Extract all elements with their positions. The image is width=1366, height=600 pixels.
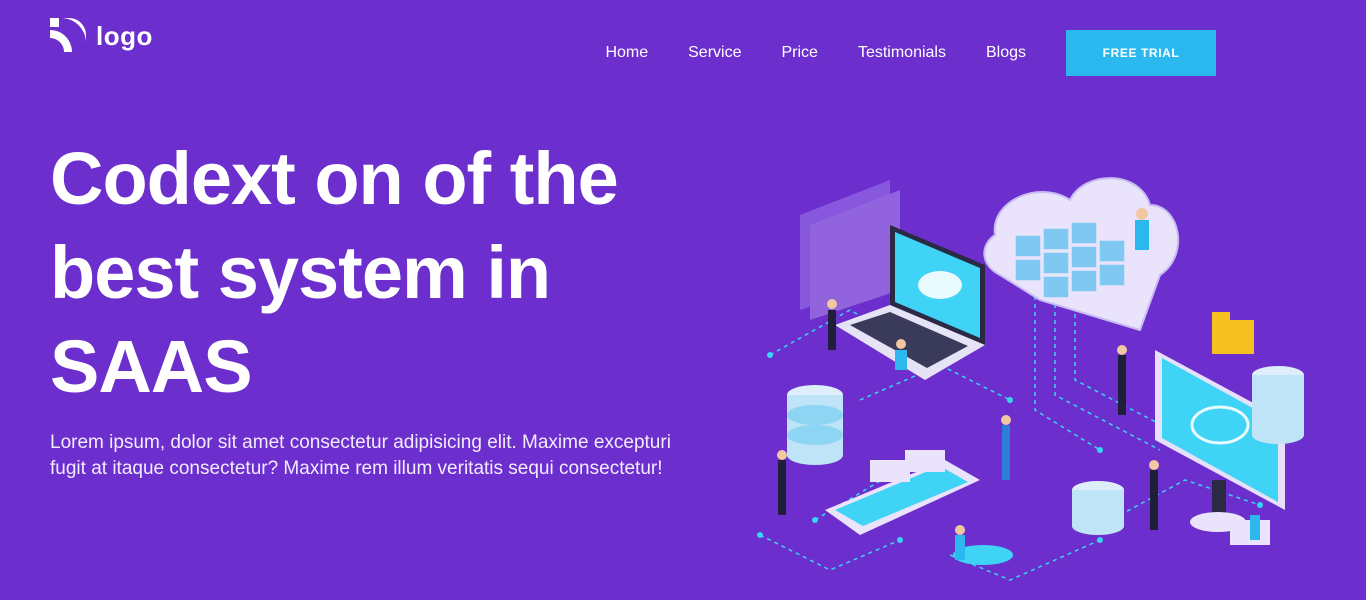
nav-price[interactable]: Price: [781, 30, 817, 76]
nav-blogs[interactable]: Blogs: [986, 30, 1026, 76]
cloud-servers: [983, 177, 1179, 332]
logo-icon: [50, 18, 86, 52]
nav-testimonials[interactable]: Testimonials: [858, 30, 946, 76]
saas-isometric-illustration: [757, 177, 1304, 581]
nav-home[interactable]: Home: [605, 30, 648, 76]
phone-platform: [825, 460, 1013, 565]
site-logo[interactable]: logo: [50, 18, 153, 54]
database-left: [787, 385, 843, 465]
hero-title: Codext on of the best system in SAAS: [50, 137, 619, 408]
glass-panels: [800, 180, 900, 320]
free-trial-button[interactable]: FREE TRIAL: [1066, 30, 1216, 76]
logo-text: logo: [96, 20, 153, 51]
main-nav: Home Service Price Testimonials Blogs FR…: [605, 30, 1216, 76]
database-right: [1252, 366, 1304, 444]
nav-service[interactable]: Service: [688, 30, 741, 76]
hero-description: Lorem ipsum, dolor sit amet consectetur …: [50, 432, 671, 479]
database-center: [1072, 481, 1124, 535]
